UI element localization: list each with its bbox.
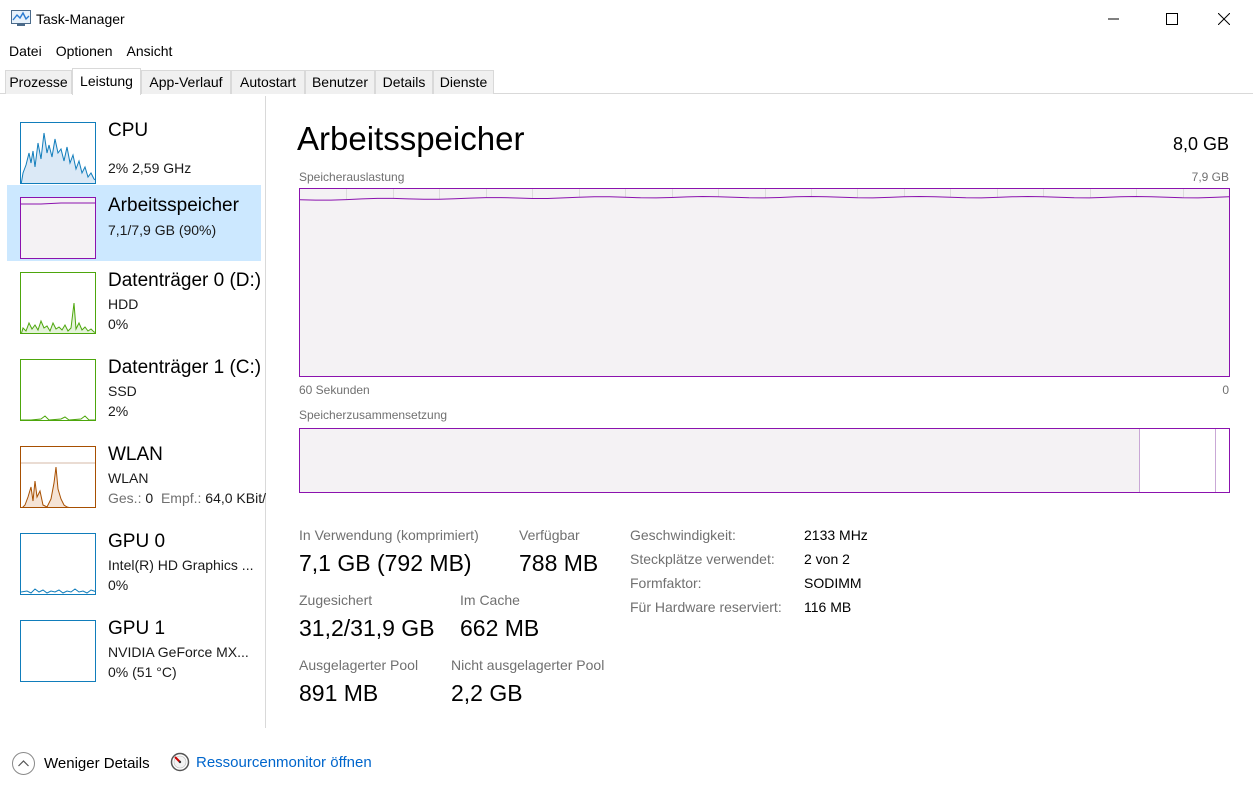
composition-in-use [300,429,1140,492]
maximize-button[interactable] [1143,0,1201,38]
graph-time-left: 60 Sekunden [299,383,370,397]
form-factor-label: Formfaktor: [630,575,702,591]
sidebar-item-type: HDD [108,296,139,312]
chevron-up-icon [12,752,35,775]
hardware-reserved-label: Für Hardware reserviert: [630,599,782,615]
wlan-thumbnail-graph [20,446,96,508]
window-title: Task-Manager [36,11,125,27]
tab-autostart[interactable]: Autostart [231,70,305,94]
slots-value: 2 von 2 [804,551,850,567]
minimize-icon [1108,18,1119,20]
gpu-0-thumbnail-graph [20,533,96,595]
sidebar-item-detail: Ges.: 0 Empf.: 64,0 KBit/ [108,490,266,506]
sidebar-item-title: WLAN [108,444,163,465]
tab-details[interactable]: Details [375,70,433,94]
sidebar-item-detail: 0% (51 °C) [108,664,177,680]
committed-label: Zugesichert [299,592,373,608]
memory-usage-graph [299,188,1230,377]
menu-ansicht[interactable]: Ansicht [122,40,182,62]
available-value: 788 MB [519,550,599,576]
composition-free [1217,429,1229,492]
tab-leistung[interactable]: Leistung [72,68,141,95]
minimize-button[interactable] [1085,0,1143,38]
gpu-1-thumbnail-graph [20,620,96,682]
composition-label: Speicherzusammensetzung [299,408,448,422]
resource-monitor-label: Ressourcenmonitor öffnen [196,753,372,771]
cpu-thumbnail-graph [20,122,96,184]
tab-benutzer[interactable]: Benutzer [305,70,375,94]
nonpaged-pool-label: Nicht ausgelagerter Pool [451,657,605,673]
close-button[interactable] [1195,0,1253,38]
tab-app-verlauf[interactable]: App-Verlauf [141,70,231,94]
menu-bar: Datei Optionen Ansicht [0,40,181,62]
sidebar-item-cpu[interactable]: CPU 2% 2,59 GHz [7,110,261,186]
maximize-icon [1166,13,1178,25]
sidebar-item-memory[interactable]: Arbeitsspeicher 7,1/7,9 GB (90%) [7,185,261,261]
tab-prozesse[interactable]: Prozesse [5,70,72,94]
sidebar-item-adapter: WLAN [108,470,149,486]
memory-total: 8,0 GB [1172,134,1229,154]
in-use-label: In Verwendung (komprimiert) [299,527,479,543]
sidebar-item-model: NVIDIA GeForce MX... [108,644,249,660]
page-title: Arbeitsspeicher [297,120,525,157]
sidebar-item-detail: 0% [108,577,129,593]
tab-strip: Prozesse Leistung App-Verlauf Autostart … [0,68,1253,95]
sidebar-item-detail: 7,1/7,9 GB (90%) [108,222,217,238]
sidebar-item-type: SSD [108,383,137,399]
resource-list: CPU 2% 2,59 GHz Arbeitsspeicher 7,1/7,9 … [0,96,266,728]
sidebar-item-detail: 2% 2,59 GHz [108,160,192,176]
cached-value: 662 MB [460,615,540,641]
sidebar-item-disk-0[interactable]: Datenträger 0 (D:) HDD 0% [7,260,261,336]
graph-time-right: 0 [1222,383,1229,397]
sidebar-item-gpu-1[interactable]: GPU 1 NVIDIA GeForce MX... 0% (51 °C) [7,608,261,684]
tab-dienste[interactable]: Dienste [433,70,494,94]
sidebar-item-title: Datenträger 1 (C:) [108,357,262,378]
usage-graph-label: Speicherauslastung [299,170,405,184]
resource-monitor-link[interactable]: Ressourcenmonitor öffnen [170,752,372,772]
sidebar-item-wlan[interactable]: WLAN WLAN Ges.: 0 Empf.: 64,0 KBit/ [7,434,266,510]
form-factor-value: SODIMM [804,575,862,591]
disk-1-thumbnail-graph [20,359,96,421]
disk-0-thumbnail-graph [20,272,96,334]
memory-thumbnail-graph [20,197,96,259]
fewer-details-button[interactable]: Weniger Details [12,752,150,775]
usage-graph-max: 7,9 GB [1191,170,1229,184]
close-icon [1218,13,1230,25]
composition-cached [1141,429,1216,492]
hardware-reserved-value: 116 MB [804,599,852,615]
paged-pool-label: Ausgelagerter Pool [299,657,419,673]
cached-label: Im Cache [460,592,520,608]
sidebar-item-gpu-0[interactable]: GPU 0 Intel(R) HD Graphics ... 0% [7,521,261,597]
resource-monitor-icon [170,752,190,772]
sidebar-item-title: Datenträger 0 (D:) [108,270,262,291]
sidebar-item-model: Intel(R) HD Graphics ... [108,557,254,573]
paged-pool-value: 891 MB [299,680,379,706]
in-use-value: 7,1 GB (792 MB) [299,550,472,576]
committed-value: 31,2/31,9 GB [299,615,435,641]
sidebar-item-detail: 0% [108,316,129,332]
title-bar: Task-Manager [0,0,1253,38]
memory-usage-graph-canvas [300,189,1229,376]
sidebar-item-title: GPU 0 [108,531,166,552]
menu-datei[interactable]: Datei [0,40,51,62]
menu-optionen[interactable]: Optionen [51,40,122,62]
sidebar-item-title: CPU [108,120,149,141]
memory-composition-bar [299,428,1230,493]
speed-value: 2133 MHz [804,527,868,543]
fewer-details-label: Weniger Details [44,755,150,772]
speed-label: Geschwindigkeit: [630,527,736,543]
nonpaged-pool-value: 2,2 GB [451,680,523,706]
sidebar-item-detail: 2% [108,403,129,419]
slots-label: Steckplätze verwendet: [630,551,775,567]
sidebar-item-title: Arbeitsspeicher [108,195,239,216]
sidebar-item-disk-1[interactable]: Datenträger 1 (C:) SSD 2% [7,347,261,423]
task-manager-icon [11,10,31,26]
sidebar-item-title: GPU 1 [108,618,166,639]
available-label: Verfügbar [519,527,580,543]
